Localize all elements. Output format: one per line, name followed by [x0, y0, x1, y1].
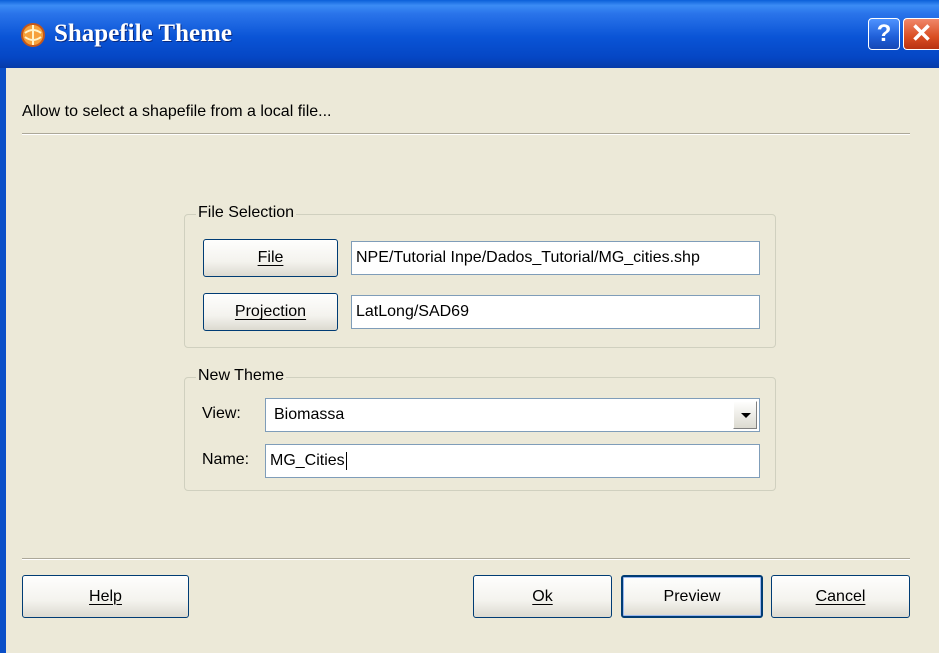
help-glyph: ? — [876, 20, 892, 47]
help-button-label: Help — [89, 587, 122, 605]
cancel-button[interactable]: Cancel — [771, 575, 910, 618]
name-value: MG_Cities — [270, 452, 345, 469]
name-label: Name: — [202, 451, 250, 468]
preview-button[interactable]: Preview — [621, 575, 763, 618]
title-bar[interactable]: Shapefile Theme ? ✕ — [0, 0, 939, 68]
new-theme-legend: New Theme — [196, 367, 286, 385]
projection-button[interactable]: Projection — [203, 293, 338, 331]
window-title: Shapefile Theme — [54, 20, 233, 47]
help-button[interactable]: Help — [22, 575, 189, 618]
view-value: Biomassa — [274, 406, 345, 423]
window-frame-left — [0, 68, 6, 653]
preview-button-label: Preview — [663, 587, 721, 605]
ok-button[interactable]: Ok — [473, 575, 612, 618]
combobox-dropdown-button[interactable] — [733, 401, 757, 429]
ok-button-label: Ok — [532, 587, 553, 605]
question-mark-icon[interactable]: ? — [868, 18, 900, 50]
chevron-down-icon — [741, 413, 751, 418]
name-input[interactable]: MG_Cities — [265, 444, 760, 478]
theme-app-icon — [21, 23, 45, 47]
view-combobox[interactable]: Biomassa — [265, 398, 760, 432]
cancel-button-label: Cancel — [815, 587, 866, 605]
file-path-value: NPE/Tutorial Inpe/Dados_Tutorial/MG_citi… — [356, 249, 700, 266]
projection-button-label: Projection — [234, 303, 307, 320]
projection-field[interactable]: LatLong/SAD69 — [351, 295, 760, 329]
top-separator — [22, 133, 910, 135]
close-glyph: ✕ — [910, 18, 933, 48]
file-button[interactable]: File — [203, 239, 338, 277]
close-x-icon[interactable]: ✕ — [903, 18, 939, 50]
view-label: View: — [202, 405, 241, 422]
file-button-label: File — [257, 249, 284, 266]
file-selection-legend: File Selection — [196, 204, 297, 222]
projection-value: LatLong/SAD69 — [356, 303, 469, 320]
bottom-separator — [22, 558, 910, 560]
shapefile-theme-dialog: Shapefile Theme ? ✕ Allow to select a sh… — [0, 0, 939, 653]
file-path-field[interactable]: NPE/Tutorial Inpe/Dados_Tutorial/MG_citi… — [351, 241, 760, 275]
dialog-description: Allow to select a shapefile from a local… — [22, 103, 332, 120]
text-caret — [345, 452, 347, 470]
